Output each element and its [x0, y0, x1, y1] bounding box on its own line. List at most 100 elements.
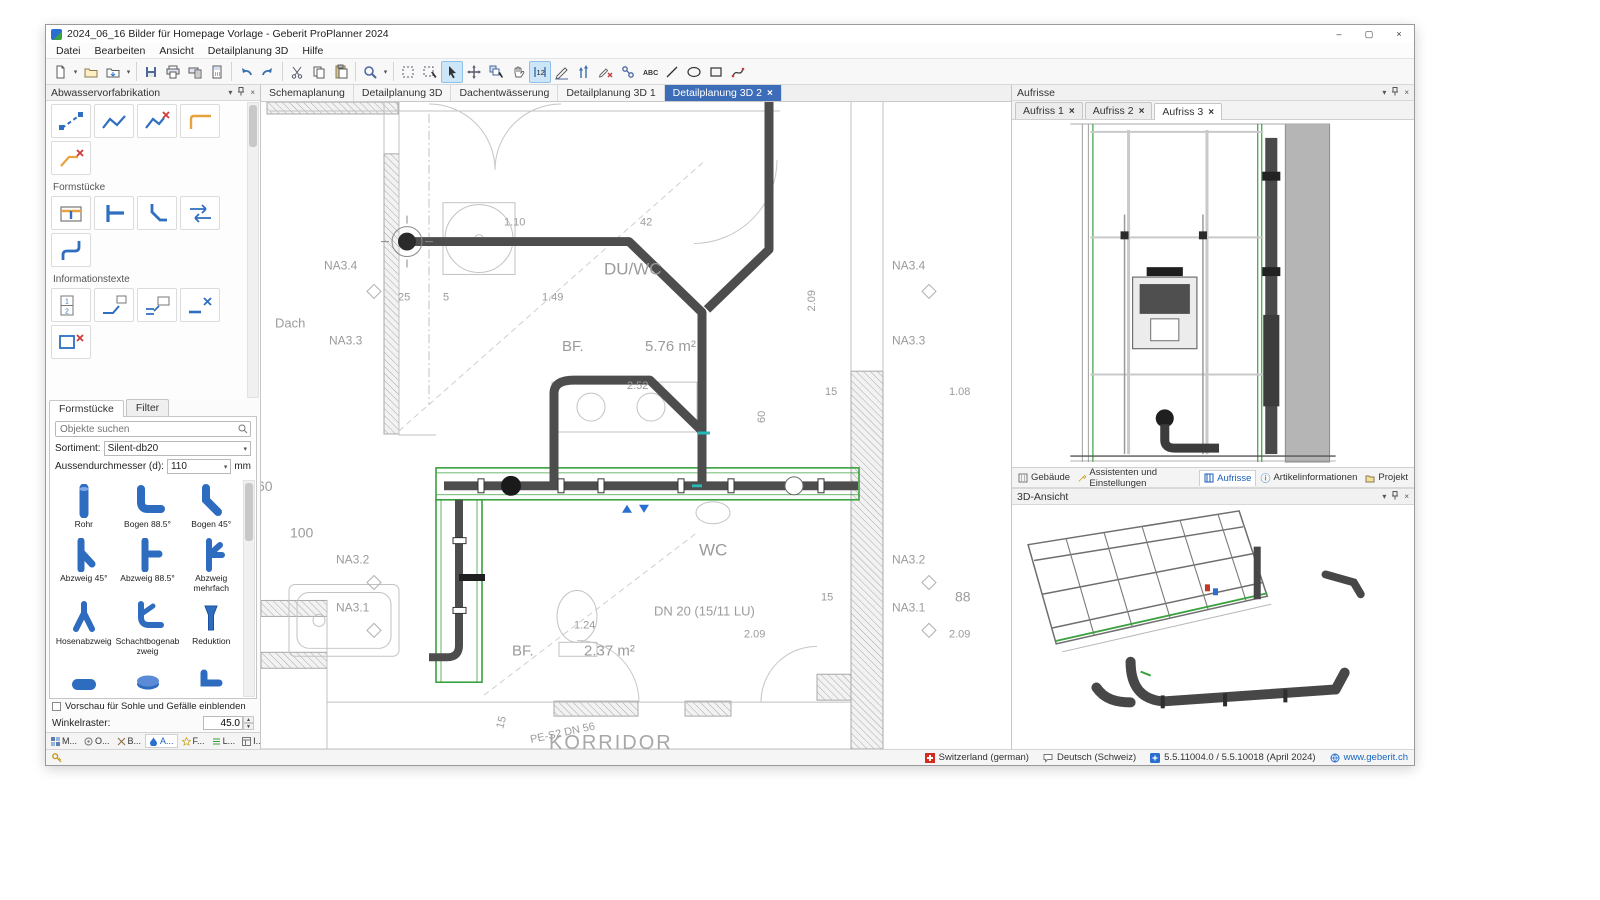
close-button[interactable]: × — [1384, 25, 1414, 43]
fittings-scrollbar[interactable] — [243, 480, 255, 697]
aufriss-2-close-icon[interactable]: × — [1139, 106, 1145, 117]
convert-pipe-icon[interactable] — [180, 104, 220, 138]
aufrisse-close-icon[interactable]: × — [1404, 88, 1409, 97]
aufrisse-menu-icon[interactable]: ▾ — [1382, 88, 1386, 97]
winkelraster-spinner[interactable]: ▲ ▼ — [243, 716, 254, 730]
panel-pin-icon[interactable] — [237, 87, 245, 98]
menu-ansicht[interactable]: Ansicht — [152, 44, 200, 58]
elevation-view[interactable] — [1012, 120, 1414, 467]
rectangle-tool-button[interactable] — [705, 61, 727, 83]
delete-pipe-run-icon[interactable] — [137, 104, 177, 138]
palette-scrollbar[interactable] — [247, 102, 259, 398]
fitting-abzweig-45[interactable]: Abzweig 45° — [53, 535, 115, 599]
spin-up-icon[interactable]: ▲ — [243, 716, 254, 723]
dock-tab-o[interactable]: O... — [81, 735, 113, 747]
fitting-partial-2[interactable] — [115, 662, 181, 698]
spline-tool-button[interactable] — [727, 61, 749, 83]
spin-down-icon[interactable]: ▼ — [243, 723, 254, 730]
label-pipe-icon[interactable] — [94, 288, 134, 322]
copy-button[interactable] — [308, 61, 330, 83]
fitting-abzweig-88[interactable]: Abzweig 88.5° — [115, 535, 181, 599]
tab-formstuecke[interactable]: Formstücke — [49, 400, 124, 417]
pan-hand-button[interactable] — [507, 61, 529, 83]
menu-detailplanung-3d[interactable]: Detailplanung 3D — [201, 44, 296, 58]
sketch-button[interactable] — [551, 61, 573, 83]
import-template-caret-icon[interactable]: ▾ — [124, 68, 133, 76]
import-template-button[interactable] — [102, 61, 124, 83]
view3d-menu-icon[interactable]: ▾ — [1382, 492, 1386, 501]
fitting-partial-1[interactable] — [53, 662, 115, 698]
minimize-button[interactable]: – — [1324, 25, 1354, 43]
calculate-button[interactable] — [206, 61, 228, 83]
move-button[interactable] — [463, 61, 485, 83]
dock-tab-b[interactable]: B... — [114, 735, 145, 747]
tab-schemaplanung[interactable]: Schemaplanung — [261, 85, 354, 101]
label-delete-icon[interactable] — [51, 325, 91, 359]
tab-detailplanung-3d-2[interactable]: Detailplanung 3D 2× — [665, 85, 782, 101]
dock-tab-l[interactable]: L... — [209, 735, 239, 747]
label-move-icon[interactable] — [180, 288, 220, 322]
label-group-icon[interactable] — [137, 288, 177, 322]
aufriss-1-close-icon[interactable]: × — [1069, 106, 1075, 117]
elevate-button[interactable] — [573, 61, 595, 83]
delete-prefab-icon[interactable] — [51, 141, 91, 175]
panel-close-icon[interactable]: × — [250, 88, 255, 97]
search-input[interactable] — [55, 421, 251, 437]
ellipse-tool-button[interactable] — [683, 61, 705, 83]
fitting-partial-3[interactable] — [180, 662, 242, 698]
menu-hilfe[interactable]: Hilfe — [295, 44, 330, 58]
cut-button[interactable] — [286, 61, 308, 83]
dock-tab-artikelinformationen[interactable]: ⓘArtikelinformationen — [1256, 468, 1361, 487]
draw-pipe-run-icon[interactable] — [94, 104, 134, 138]
new-document-caret-icon[interactable]: ▾ — [71, 68, 80, 76]
label-numbers-icon[interactable]: 12 — [51, 288, 91, 322]
print-preview-button[interactable] — [184, 61, 206, 83]
diameter-select[interactable]: 110 ▾ — [167, 459, 231, 474]
dock-tab-gebaeude[interactable]: Gebäude — [1014, 470, 1074, 485]
preview-checkbox[interactable] — [52, 702, 61, 711]
tab-aufriss-2[interactable]: Aufriss 2× — [1085, 102, 1153, 119]
fitting-bend-icon[interactable] — [137, 196, 177, 230]
swap-fitting-icon[interactable] — [180, 196, 220, 230]
winkelraster-input[interactable] — [203, 716, 243, 730]
tab-detailplanung-3d[interactable]: Detailplanung 3D — [354, 85, 452, 101]
fitting-abzweig-mehrfach[interactable]: Abzweig mehrfach — [180, 535, 242, 599]
sortiment-select[interactable]: Silent-db20 ▾ — [104, 441, 251, 456]
aufriss-3-close-icon[interactable]: × — [1208, 107, 1214, 118]
connections-button[interactable] — [617, 61, 639, 83]
view3d-pin-icon[interactable] — [1391, 491, 1399, 502]
zoom-button[interactable] — [359, 61, 381, 83]
tab-dachentwaesserung[interactable]: Dachentwässerung — [451, 85, 558, 101]
tab-close-icon[interactable]: × — [767, 88, 773, 99]
tab-detailplanung-3d-1[interactable]: Detailplanung 3D 1 — [558, 85, 664, 101]
panel-menu-icon[interactable]: ▾ — [228, 88, 232, 97]
tab-aufriss-1[interactable]: Aufriss 1× — [1015, 102, 1083, 119]
save-button[interactable] — [140, 61, 162, 83]
select-rectangle-button[interactable] — [397, 61, 419, 83]
fitting-branch-icon[interactable] — [94, 196, 134, 230]
status-country[interactable]: Switzerland (german) — [925, 752, 1029, 763]
modify-button[interactable] — [595, 61, 617, 83]
multi-select-button[interactable] — [485, 61, 507, 83]
fitting-schachtbogenabzweig[interactable]: Schachtbogenab zweig — [115, 598, 181, 662]
undo-button[interactable] — [235, 61, 257, 83]
text-tool-button[interactable]: ABC — [639, 61, 661, 83]
zoom-caret-icon[interactable]: ▾ — [381, 68, 390, 76]
fitting-reduktion[interactable]: Reduktion — [180, 598, 242, 662]
floor-plan-drawing[interactable]: NA3.4 NA3.3 Dach DU/WC BF. 5.76 m² 1.10 … — [261, 102, 1011, 749]
dock-tab-projekt[interactable]: Projekt — [1361, 470, 1412, 485]
dock-tab-f[interactable]: F... — [179, 735, 208, 747]
dock-tab-a[interactable]: A... — [145, 734, 178, 748]
draw-pipe-sloped-icon[interactable] — [51, 104, 91, 138]
floor-plan-canvas[interactable]: NA3.4 NA3.3 Dach DU/WC BF. 5.76 m² 1.10 … — [261, 102, 1011, 749]
fitting-bogen-88[interactable]: Bogen 88.5° — [115, 481, 181, 535]
maximize-button[interactable]: ▢ — [1354, 25, 1384, 43]
open-file-button[interactable] — [80, 61, 102, 83]
aufrisse-pin-icon[interactable] — [1391, 87, 1399, 98]
select-region-button[interactable] — [419, 61, 441, 83]
status-website-link[interactable]: www.geberit.ch — [1330, 752, 1408, 763]
dimensioning-button[interactable]: 12 — [529, 61, 551, 83]
view3d-close-icon[interactable]: × — [1404, 492, 1409, 501]
new-document-button[interactable] — [49, 61, 71, 83]
redo-button[interactable] — [257, 61, 279, 83]
